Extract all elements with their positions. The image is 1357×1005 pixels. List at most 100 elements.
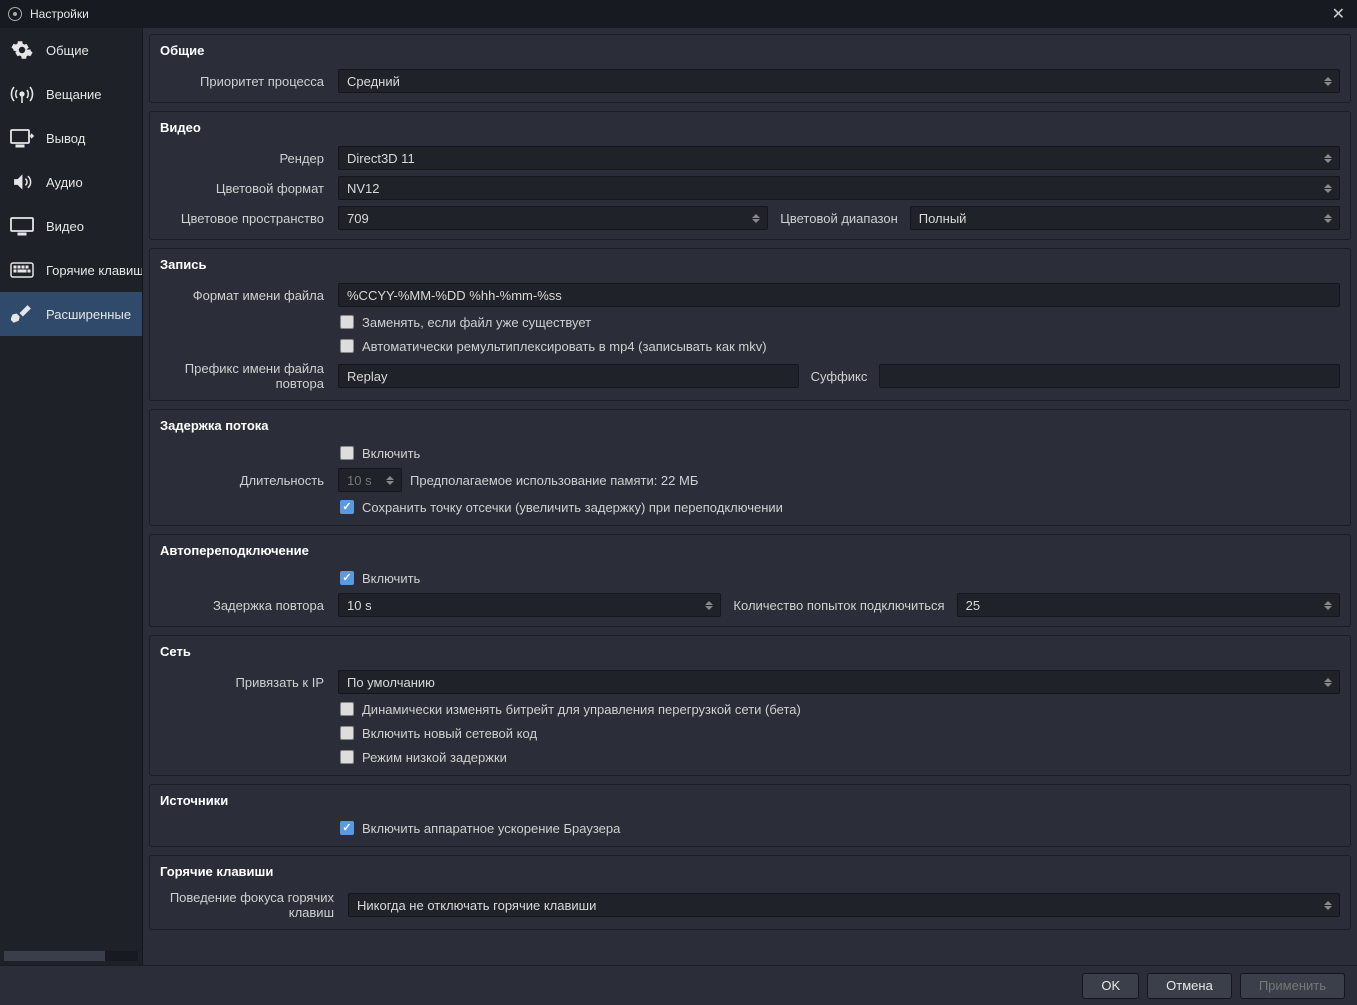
group-general: Общие Приоритет процесса Средний	[149, 34, 1351, 103]
overwrite-checkbox[interactable]	[340, 315, 354, 329]
group-title: Сеть	[150, 636, 1350, 667]
preserve-cutoff-checkbox[interactable]	[340, 500, 354, 514]
hotkey-focus-combo[interactable]: Никогда не отключать горячие клавиши	[348, 893, 1340, 917]
dialog-footer: OK Отмена Применить	[0, 965, 1357, 1005]
chevron-updown-icon	[383, 471, 397, 489]
delay-enable-label: Включить	[362, 446, 420, 461]
browser-hw-accel-checkbox[interactable]	[340, 821, 354, 835]
filename-format-input[interactable]: %CCYY-%MM-%DD %hh-%mm-%ss	[338, 283, 1340, 307]
gear-icon	[8, 38, 36, 62]
sidebar-item-label: Общие	[46, 43, 89, 58]
app-icon	[8, 7, 22, 21]
priority-combo[interactable]: Средний	[338, 69, 1340, 93]
dynamic-bitrate-label: Динамически изменять битрейт для управле…	[362, 702, 801, 717]
reconnect-enable-label: Включить	[362, 571, 420, 586]
audio-icon	[8, 170, 36, 194]
sidebar-item-hotkeys[interactable]: Горячие клавиши	[0, 248, 142, 292]
sidebar-item-output[interactable]: Вывод	[0, 116, 142, 160]
delay-enable-checkbox[interactable]	[340, 446, 354, 460]
sidebar-scrollbar[interactable]	[4, 951, 138, 961]
cancel-button[interactable]: Отмена	[1147, 973, 1232, 999]
group-recording: Запись Формат имени файла %CCYY-%MM-%DD …	[149, 248, 1351, 401]
combo-value: 709	[347, 211, 369, 226]
chevron-updown-icon	[1321, 179, 1335, 197]
spinner-value: 25	[966, 598, 980, 613]
sidebar-item-label: Вещание	[46, 87, 102, 102]
sidebar-item-stream[interactable]: Вещание	[0, 72, 142, 116]
sidebar-item-general[interactable]: Общие	[0, 28, 142, 72]
preserve-cutoff-label: Сохранить точку отсечки (увеличить задер…	[362, 500, 783, 515]
sidebar-item-advanced[interactable]: Расширенные	[0, 292, 142, 336]
overwrite-label: Заменять, если файл уже существует	[362, 315, 591, 330]
chevron-updown-icon	[1321, 596, 1335, 614]
sidebar-item-audio[interactable]: Аудио	[0, 160, 142, 204]
color-format-combo[interactable]: NV12	[338, 176, 1340, 200]
chevron-updown-icon	[1321, 209, 1335, 227]
group-title: Общие	[150, 35, 1350, 66]
remux-checkbox[interactable]	[340, 339, 354, 353]
renderer-label: Рендер	[150, 151, 330, 166]
color-format-label: Цветовой формат	[150, 181, 330, 196]
output-icon	[8, 126, 36, 150]
video-icon	[8, 214, 36, 238]
sidebar-item-label: Вывод	[46, 131, 85, 146]
window-title: Настройки	[30, 7, 89, 21]
combo-value: NV12	[347, 181, 380, 196]
group-sources: Источники Включить аппаратное ускорение …	[149, 784, 1351, 847]
color-space-label: Цветовое пространство	[150, 211, 330, 226]
browser-hw-accel-label: Включить аппаратное ускорение Браузера	[362, 821, 620, 836]
max-retries-spinner[interactable]: 25	[957, 593, 1340, 617]
bind-ip-combo[interactable]: По умолчанию	[338, 670, 1340, 694]
chevron-updown-icon	[1321, 673, 1335, 691]
filename-format-label: Формат имени файла	[150, 288, 330, 303]
broadcast-icon	[8, 82, 36, 106]
close-icon[interactable]: ✕	[1328, 4, 1349, 24]
color-range-label: Цветовой диапазон	[776, 211, 902, 226]
combo-value: Никогда не отключать горячие клавиши	[357, 898, 596, 913]
bind-ip-label: Привязать к IP	[150, 675, 330, 690]
group-title: Задержка потока	[150, 410, 1350, 441]
suffix-label: Суффикс	[807, 369, 872, 384]
hotkey-focus-label: Поведение фокуса горячих клавиш	[150, 890, 340, 920]
retry-delay-spinner[interactable]: 10 s	[338, 593, 721, 617]
replay-prefix-label: Префикс имени файла повтора	[150, 361, 330, 391]
duration-spinner[interactable]: 10 s	[338, 468, 402, 492]
chevron-updown-icon	[702, 596, 716, 614]
dynamic-bitrate-checkbox[interactable]	[340, 702, 354, 716]
input-value: Replay	[347, 369, 387, 384]
group-title: Автопереподключение	[150, 535, 1350, 566]
settings-panel: Общие Приоритет процесса Средний Видео Р…	[143, 28, 1357, 965]
sidebar-item-label: Горячие клавиши	[46, 263, 142, 278]
chevron-updown-icon	[1321, 72, 1335, 90]
group-title: Источники	[150, 785, 1350, 816]
replay-prefix-input[interactable]: Replay	[338, 364, 799, 388]
max-retries-label: Количество попыток подключиться	[729, 598, 948, 613]
group-title: Запись	[150, 249, 1350, 280]
reconnect-enable-checkbox[interactable]	[340, 571, 354, 585]
new-network-code-checkbox[interactable]	[340, 726, 354, 740]
group-title: Горячие клавиши	[150, 856, 1350, 887]
chevron-updown-icon	[749, 209, 763, 227]
memory-estimate: Предполагаемое использование памяти: 22 …	[410, 473, 698, 488]
input-value: %CCYY-%MM-%DD %hh-%mm-%ss	[347, 288, 562, 303]
group-video: Видео Рендер Direct3D 11 Цветовой формат…	[149, 111, 1351, 240]
spinner-value: 10 s	[347, 473, 372, 488]
color-range-combo[interactable]: Полный	[910, 206, 1340, 230]
sidebar-item-label: Расширенные	[46, 307, 131, 322]
apply-button[interactable]: Применить	[1240, 973, 1345, 999]
renderer-combo[interactable]: Direct3D 11	[338, 146, 1340, 170]
group-reconnect: Автопереподключение Включить Задержка по…	[149, 534, 1351, 627]
low-latency-checkbox[interactable]	[340, 750, 354, 764]
titlebar: Настройки ✕	[0, 0, 1357, 28]
combo-value: Средний	[347, 74, 400, 89]
remux-label: Автоматически ремультиплексировать в mp4…	[362, 339, 767, 354]
group-hotkeys: Горячие клавиши Поведение фокуса горячих…	[149, 855, 1351, 930]
color-space-combo[interactable]: 709	[338, 206, 768, 230]
retry-delay-label: Задержка повтора	[150, 598, 330, 613]
ok-button[interactable]: OK	[1082, 973, 1139, 999]
combo-value: Direct3D 11	[347, 151, 415, 166]
sidebar-item-video[interactable]: Видео	[0, 204, 142, 248]
combo-value: По умолчанию	[347, 675, 435, 690]
duration-label: Длительность	[150, 473, 330, 488]
suffix-input[interactable]	[879, 364, 1340, 388]
